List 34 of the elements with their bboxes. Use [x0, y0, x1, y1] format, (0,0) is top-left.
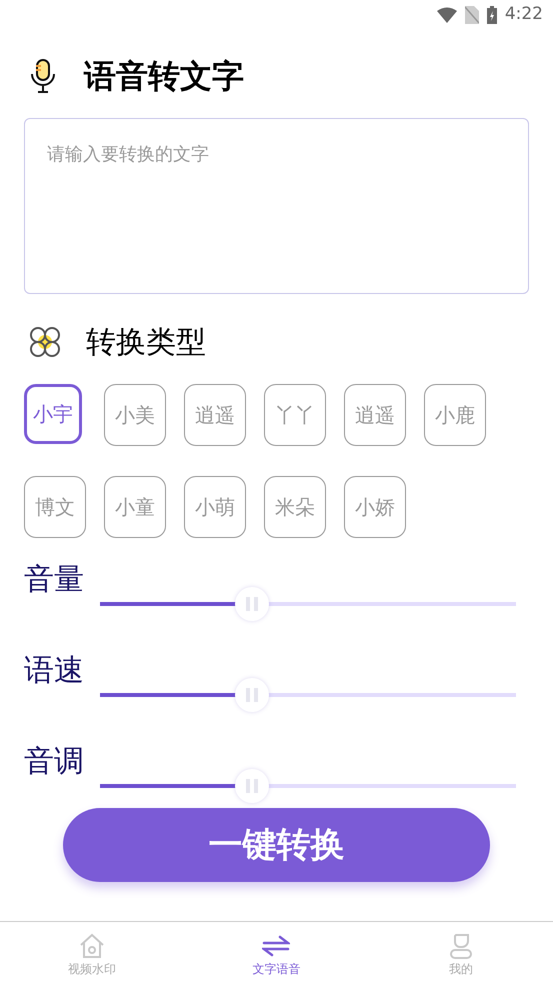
- clock-time: 4:22: [504, 3, 543, 26]
- slider-thumb[interactable]: [235, 678, 270, 712]
- voice-option[interactable]: 逍遥: [184, 384, 246, 446]
- voice-option[interactable]: 小美: [104, 384, 166, 446]
- slider[interactable]: [100, 677, 516, 713]
- slider-label: 音调: [24, 744, 85, 780]
- nav-tab[interactable]: 我的: [368, 922, 553, 983]
- microphone-icon: [28, 58, 58, 94]
- slider-label: 语速: [24, 653, 85, 689]
- voice-option[interactable]: 小童: [104, 476, 166, 538]
- nav-tab[interactable]: 文字语音: [184, 922, 369, 983]
- no-sim-icon: [464, 6, 479, 24]
- voice-option[interactable]: 博文: [24, 476, 86, 538]
- page-title: 语音转文字: [84, 56, 244, 97]
- section-title: 转换类型: [86, 324, 206, 362]
- voice-option[interactable]: 逍遥: [344, 384, 406, 446]
- voice-option[interactable]: 丫丫: [264, 384, 326, 446]
- text-input-field[interactable]: 请输入要转换的文字: [24, 118, 529, 294]
- convert-button[interactable]: 一键转换: [63, 808, 490, 882]
- slider-label: 音量: [24, 562, 85, 598]
- home-icon: [78, 932, 106, 960]
- nav-tab[interactable]: 视频水印: [0, 922, 184, 983]
- voice-option[interactable]: 米朵: [264, 476, 326, 538]
- slider-thumb[interactable]: [235, 769, 270, 803]
- voice-option[interactable]: 小娇: [344, 476, 406, 538]
- voice-option[interactable]: 小鹿: [424, 384, 486, 446]
- slider[interactable]: [100, 586, 516, 622]
- voice-option[interactable]: 小宇: [24, 384, 82, 444]
- wifi-icon: [436, 7, 457, 23]
- slider[interactable]: [100, 768, 516, 804]
- slider-thumb[interactable]: [235, 587, 270, 621]
- battery-charging-icon: [486, 6, 497, 24]
- flower-icon: [28, 325, 62, 359]
- voice-option[interactable]: 小萌: [184, 476, 246, 538]
